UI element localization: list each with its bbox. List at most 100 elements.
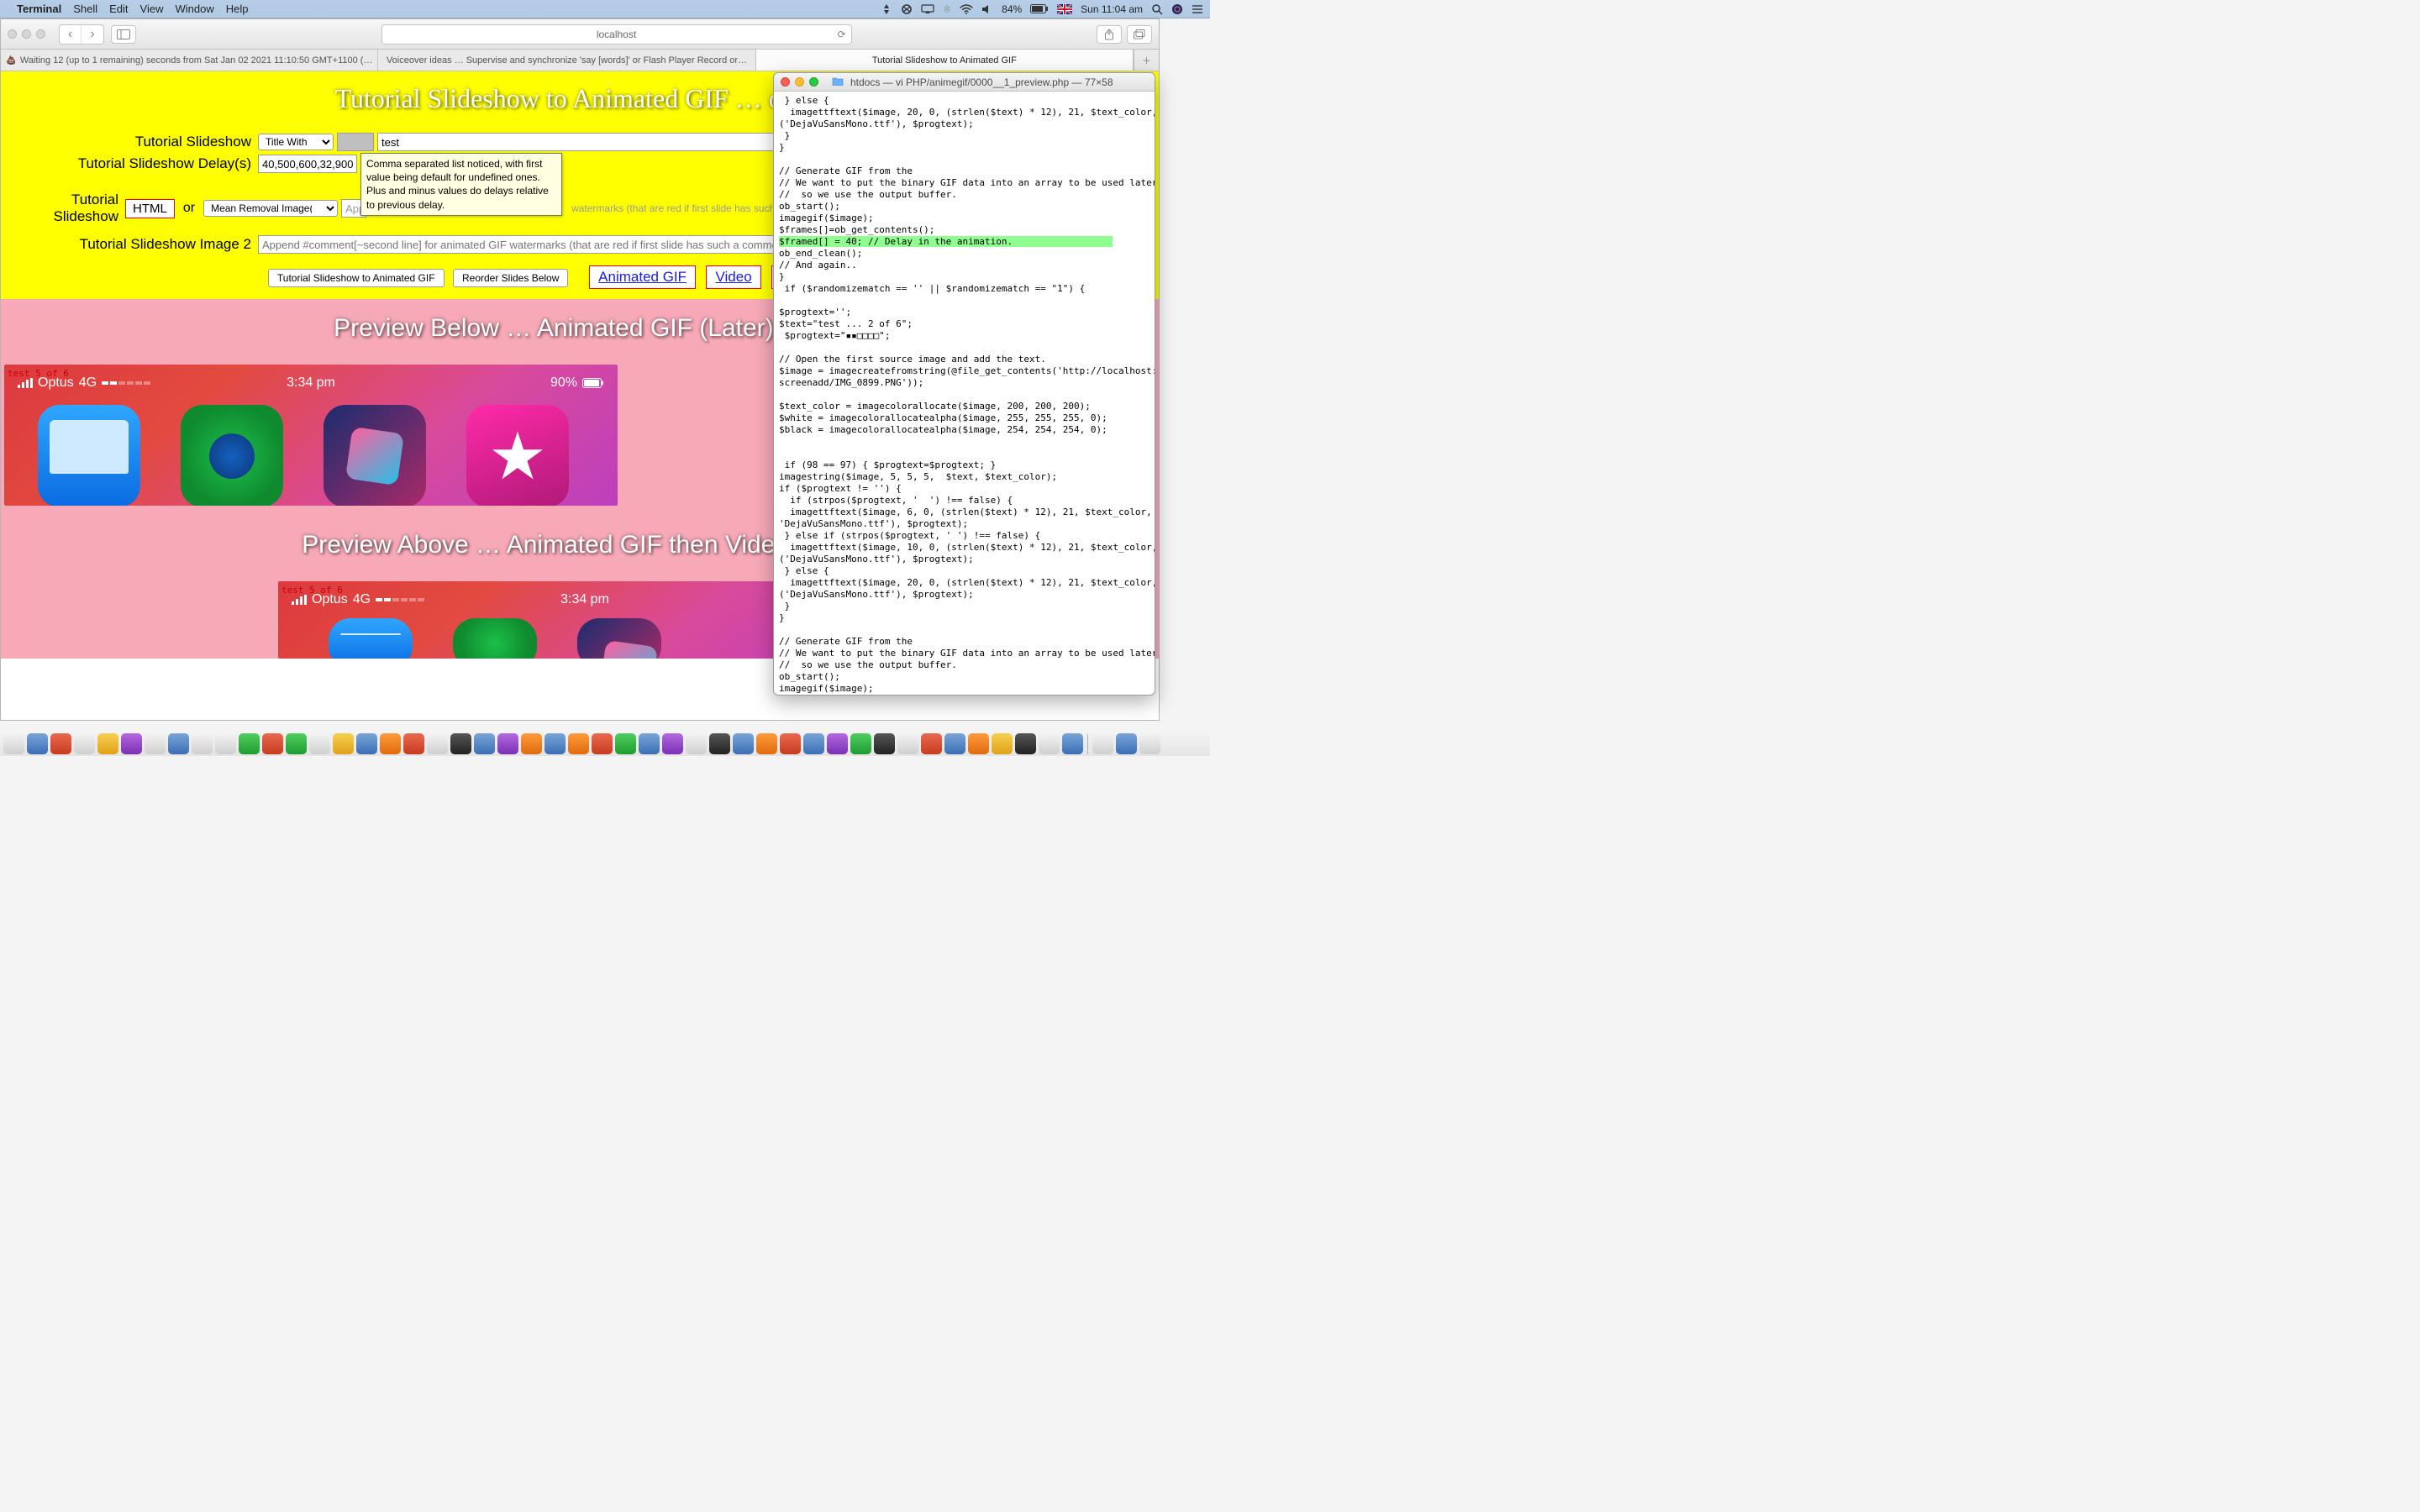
address-bar[interactable]: localhost ⟳ [381,24,852,45]
dock-app-21[interactable] [474,733,495,754]
dock-app-20[interactable] [450,733,471,754]
dock-app-43[interactable] [992,733,1013,754]
new-tab-button[interactable]: ＋ [1134,50,1159,71]
menu-help[interactable]: Help [226,3,249,15]
siri-icon[interactable] [1171,3,1183,15]
notification-center-icon[interactable] [1192,4,1203,14]
dock-app-33[interactable] [756,733,777,754]
highlight-green: $framed[] = 40; // Delay in the animatio… [779,236,1113,247]
terminal-traffic-lights[interactable] [781,77,818,87]
dock-app-46[interactable] [1062,733,1083,754]
dock-app-25[interactable] [568,733,589,754]
dock-app-14[interactable] [309,733,330,754]
status-icon-2[interactable] [901,3,913,15]
dock-app-15[interactable] [333,733,354,754]
dock-app-34[interactable] [780,733,801,754]
nav-buttons: ‹ › [59,24,104,45]
tab-2[interactable]: Voiceover ideas … Supervise and synchron… [378,50,755,71]
dock-app-8[interactable] [168,733,189,754]
spotlight-icon[interactable] [1151,3,1163,15]
dock-app-13[interactable] [286,733,307,754]
dock-app-16[interactable] [356,733,377,754]
bluetooth-icon[interactable]: ✻ [943,3,951,15]
html-button[interactable]: HTML [125,199,175,218]
dock-app-23[interactable] [521,733,542,754]
battery-icon[interactable] [1030,4,1049,13]
dock-app-18[interactable] [403,733,424,754]
dock-folder-1[interactable] [1092,733,1113,754]
reorder-button[interactable]: Reorder Slides Below [453,269,568,287]
reload-icon[interactable]: ⟳ [837,29,845,40]
dock-app-45[interactable] [1039,733,1060,754]
dock-app-22[interactable] [497,733,518,754]
label-delays: Tutorial Slideshow Delay(s) [6,155,258,172]
dock-app-27[interactable] [615,733,636,754]
dock-app-32[interactable] [733,733,754,754]
title-mode-select[interactable]: Title With [258,134,334,150]
dock-app-9[interactable] [192,733,213,754]
color-swatch[interactable] [337,133,374,151]
tab-3[interactable]: Tutorial Slideshow to Animated GIF [756,50,1134,71]
dock-app-40[interactable] [921,733,942,754]
sidebar-button[interactable] [111,25,136,44]
dock-app-4[interactable] [74,733,95,754]
signal-icon [18,378,33,388]
dock-folder-2[interactable] [1116,733,1137,754]
terminal-window: htdocs — vi PHP/animegif/0000__1_preview… [773,72,1155,696]
terminal-titlebar[interactable]: htdocs — vi PHP/animegif/0000__1_preview… [774,73,1155,92]
menu-shell[interactable]: Shell [73,3,97,15]
menu-window[interactable]: Window [176,3,214,15]
dock-app-19[interactable] [427,733,448,754]
dock-app-7[interactable] [145,733,166,754]
dock-app-10[interactable] [215,733,236,754]
dock-app-44[interactable] [1015,733,1036,754]
dock-app-12[interactable] [262,733,283,754]
menu-edit[interactable]: Edit [109,3,128,15]
status-icon-1[interactable] [881,3,892,15]
dock-app-5[interactable] [97,733,118,754]
dock-app-17[interactable] [380,733,401,754]
dock-app-6[interactable] [121,733,142,754]
menubar-clock[interactable]: Sun 11:04 am [1081,3,1143,15]
dock-app-42[interactable] [968,733,989,754]
dock-app-36[interactable] [827,733,848,754]
flag-icon[interactable] [1057,4,1072,14]
to-gif-button[interactable]: Tutorial Slideshow to Animated GIF [268,269,445,287]
terminal-content[interactable]: } else { imagettftext($image, 20, 0, (st… [774,92,1155,695]
menubar-app-name[interactable]: Terminal [17,3,61,15]
battery-percent[interactable]: 84% [1002,3,1022,15]
dock-app-3[interactable] [50,733,71,754]
dock-app-37[interactable] [850,733,871,754]
animated-gif-link[interactable]: Animated GIF [589,265,696,289]
image-mode-select[interactable]: Mean Removal Image(s) [203,200,338,217]
back-button[interactable]: ‹ [60,25,82,44]
share-button[interactable] [1097,25,1122,44]
volume-icon[interactable] [981,4,993,14]
dock-app-30[interactable] [686,733,707,754]
tabs-button[interactable] [1127,25,1152,44]
dock-app-39[interactable] [897,733,918,754]
dock-finder[interactable] [3,733,24,754]
dock-app-11[interactable] [239,733,260,754]
forward-button[interactable]: › [82,25,103,44]
dock-app-38[interactable] [874,733,895,754]
folder-icon [832,76,844,88]
delays-input[interactable] [258,155,357,173]
dock-app-24[interactable] [544,733,566,754]
video-link[interactable]: Video [706,265,760,289]
dock-app-26[interactable] [592,733,613,754]
dock-app-31[interactable] [709,733,730,754]
dock-app-41[interactable] [944,733,965,754]
dock-trash[interactable] [1139,733,1160,754]
airplay-icon[interactable] [921,4,934,14]
menu-view[interactable]: View [140,3,164,15]
wifi-icon[interactable] [960,4,973,14]
dock-app-2[interactable] [27,733,48,754]
label-slideshow: Tutorial Slideshow [6,134,258,150]
dock-app-29[interactable] [662,733,683,754]
tab-1[interactable]: 💩 Waiting 12 (up to 1 remaining) seconds… [1,50,378,71]
safari-traffic-lights[interactable] [8,29,45,39]
dock-app-35[interactable] [803,733,824,754]
dock-app-28[interactable] [639,733,660,754]
app-findmy-icon [181,405,283,506]
